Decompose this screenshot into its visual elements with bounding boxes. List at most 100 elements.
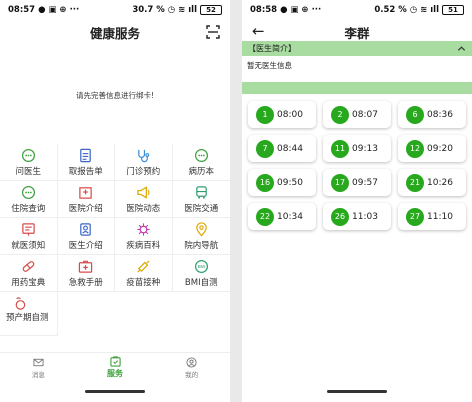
slot-number: 26 [331, 207, 349, 226]
service-item[interactable]: 问医生 [0, 144, 58, 181]
app-header: 健康服务 [0, 20, 230, 44]
report-document-icon [80, 148, 92, 162]
appointment-slot[interactable]: 16 09:50 [248, 169, 316, 196]
slot-number: 17 [331, 173, 349, 192]
service-label: 医生介绍 [68, 240, 103, 251]
service-label: 疾病百科 [126, 240, 161, 251]
bind-card-message: 请先完善信息进行绑卡! [75, 91, 154, 100]
appointment-slot[interactable]: 17 09:57 [323, 169, 391, 196]
scan-icon[interactable] [206, 25, 220, 39]
tab-label: 我的 [185, 370, 199, 379]
bottom-tab-bar: 消息 服务 我的 [0, 352, 230, 382]
back-arrow-icon[interactable]: ← [252, 23, 265, 39]
service-box-icon [109, 356, 121, 367]
slot-time: 09:57 [352, 177, 378, 188]
appointment-slot[interactable]: 21 10:26 [398, 169, 466, 196]
service-item[interactable]: 疾病百科 [115, 218, 173, 255]
doctor-intro-label: 【医生简介】 [248, 44, 296, 53]
service-label: BMI自测 [184, 277, 218, 288]
message-envelope-icon [33, 358, 44, 366]
syringe-icon [137, 259, 150, 273]
tab-profile[interactable]: 我的 [153, 353, 230, 382]
service-item[interactable]: 预产期自测 [0, 292, 58, 336]
first-aid-kit-icon [79, 260, 93, 273]
appointment-slot[interactable]: 1 08:00 [248, 101, 316, 128]
slot-number: 7 [256, 139, 274, 158]
slot-time: 09:20 [427, 143, 453, 154]
battery-icon: 52 [200, 5, 222, 15]
service-label: 病历本 [188, 166, 214, 177]
doctor-name-title: 李群 [344, 25, 370, 41]
slot-time: 08:36 [427, 109, 453, 120]
status-bar: 08:57 ● ▣ ⊕ ··· 30.7 % ◷ ≋ ıll 52 [0, 0, 230, 20]
service-label: 取报告单 [68, 166, 103, 177]
service-item[interactable]: 就医须知 [0, 218, 58, 255]
service-grid: 问医生 取报告单 门诊预约 病历本 住院查询 医院介绍 医院动态 医院交通 就医… [0, 144, 230, 336]
service-item[interactable]: BMI BMI自测 [172, 255, 230, 292]
service-item[interactable]: 医院交通 [172, 181, 230, 218]
service-item[interactable]: 院内导航 [172, 218, 230, 255]
service-label: 就医须知 [11, 240, 46, 251]
service-label: 医院介绍 [68, 203, 103, 214]
slot-number: 22 [256, 207, 274, 226]
megaphone-icon [137, 185, 150, 199]
status-extra: ··· [69, 5, 80, 15]
pill-capsule-icon [22, 260, 35, 272]
notification-icons: ● ▣ ⊕ [38, 5, 67, 15]
status-extra: ··· [311, 5, 322, 15]
tab-label: 服务 [107, 369, 123, 378]
stethoscope-icon [137, 149, 149, 162]
appointment-slot[interactable]: 12 09:20 [398, 135, 466, 162]
chevron-up-icon[interactable] [457, 44, 466, 53]
doctor-intro-header[interactable]: 【医生简介】 [242, 41, 472, 56]
doctor-schedule-screen: 08:58 ● ▣ ⊕ ··· 0.52 % ◷ ≋ ıll 51 ← 李群 【… [242, 0, 472, 402]
service-item[interactable]: 病历本 [172, 144, 230, 181]
gesture-bar[interactable] [85, 390, 145, 393]
notice-board-icon [22, 222, 35, 236]
appointment-slot[interactable]: 2 08:07 [323, 101, 391, 128]
chat-bubble-icon [21, 185, 35, 199]
appointment-slot[interactable]: 27 11:10 [398, 203, 466, 230]
network-speed: 0.52 % [374, 5, 407, 15]
service-label: 住院查询 [11, 203, 46, 214]
appointment-slot[interactable]: 6 08:36 [398, 101, 466, 128]
service-item[interactable]: 用药宝典 [0, 255, 58, 292]
location-pin-icon [195, 221, 207, 236]
appointment-slot[interactable]: 7 08:44 [248, 135, 316, 162]
slot-time: 11:10 [427, 211, 453, 222]
service-label: 疫苗接种 [126, 277, 161, 288]
slot-time: 10:26 [427, 177, 453, 188]
signal-icons: ◷ ≋ ıll [409, 5, 439, 15]
signal-icons: ◷ ≋ ıll [167, 5, 197, 15]
profile-icon [186, 356, 197, 368]
status-time: 08:58 [250, 5, 278, 15]
slot-time: 08:07 [352, 109, 378, 120]
appointment-slot[interactable]: 22 10:34 [248, 203, 316, 230]
service-item[interactable]: 医院介绍 [57, 181, 115, 218]
service-label: 急救手册 [68, 277, 103, 288]
battery-icon: 51 [442, 5, 464, 15]
service-item[interactable]: 门诊预约 [115, 144, 173, 181]
service-item[interactable]: 住院查询 [0, 181, 58, 218]
status-time: 08:57 [8, 5, 36, 15]
slot-time: 09:50 [277, 177, 303, 188]
service-label: 预产期自测 [6, 313, 49, 323]
service-item[interactable]: 急救手册 [57, 255, 115, 292]
chat-bubble-icon [194, 148, 208, 162]
service-label: 门诊预约 [126, 166, 161, 177]
service-label: 问医生 [15, 166, 41, 177]
tab-messages[interactable]: 消息 [0, 353, 77, 382]
service-item[interactable]: 医院动态 [115, 181, 173, 218]
pregnancy-icon [15, 297, 26, 310]
service-item[interactable]: 疫苗接种 [115, 255, 173, 292]
service-item[interactable]: 取报告单 [57, 144, 115, 181]
appointment-slot[interactable]: 11 09:13 [323, 135, 391, 162]
appointment-slot[interactable]: 26 11:03 [323, 203, 391, 230]
tab-services[interactable]: 服务 [77, 353, 154, 382]
doctor-badge-icon [80, 222, 92, 236]
gesture-bar[interactable] [327, 390, 387, 393]
service-item[interactable]: 医生介绍 [57, 218, 115, 255]
health-services-screen: 08:57 ● ▣ ⊕ ··· 30.7 % ◷ ≋ ıll 52 健康服务 请… [0, 0, 230, 402]
slot-number: 2 [331, 105, 349, 124]
chat-bubble-icon [21, 148, 35, 162]
